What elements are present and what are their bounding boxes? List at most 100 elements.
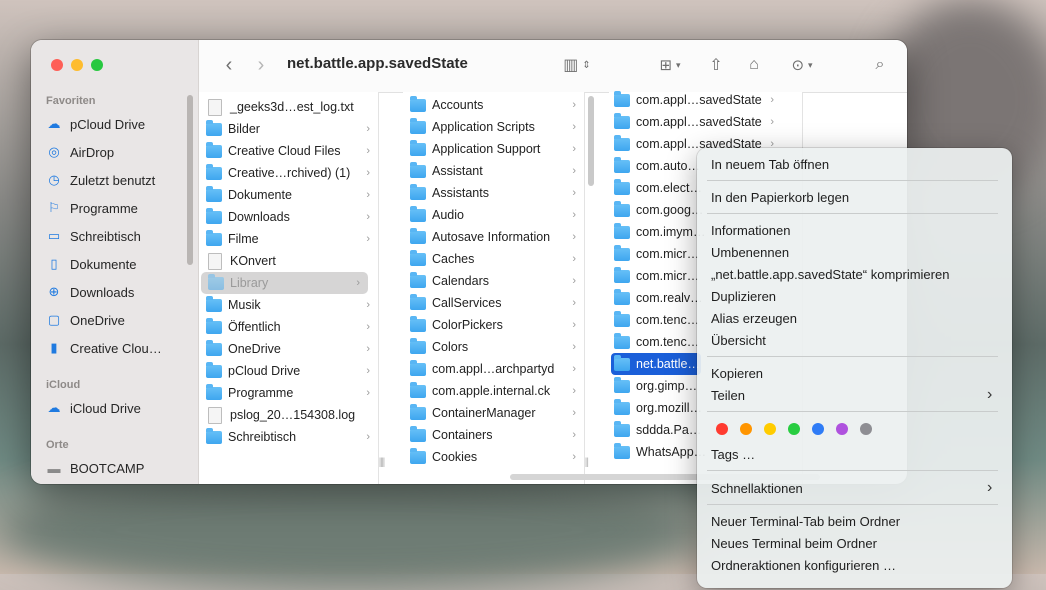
chevron-right-icon: › [366,321,370,333]
menu-item-tags[interactable]: Tags … [711,444,755,464]
list-item[interactable]: Creative Cloud Files › [199,140,378,162]
list-item[interactable]: com.apple.internal.ck › [403,380,584,402]
list-item[interactable]: Downloads › [199,206,378,228]
list-item-selected[interactable]: net.battle… [611,353,701,375]
menu-item-alias[interactable]: Alias erzeugen [711,308,797,328]
column-1[interactable]: _geeks3d…est_log.txt Bilder › Creative Cl… [199,92,383,484]
list-item[interactable]: Colors › [403,336,584,358]
tag-button[interactable]: ⌂ [743,54,765,76]
list-item[interactable]: Containers › [403,424,584,446]
menu-item-copy[interactable]: Kopieren [711,363,763,383]
tag-color-purple[interactable] [836,423,848,435]
more-button[interactable]: ⊙ ▾ [783,54,821,76]
minimize-button[interactable] [71,59,83,71]
list-item[interactable]: Application Support › [403,138,584,160]
folder-icon [206,427,222,444]
menu-item-open-new-tab[interactable]: In neuem Tab öffnen [711,154,829,174]
column-2[interactable]: Accounts › Application Scripts › Applicati… [381,92,594,484]
tag-color-gray[interactable] [860,423,872,435]
list-item[interactable]: Programme › [199,382,378,404]
chevron-right-icon: › [366,431,370,443]
list-item[interactable]: ColorPickers › [403,314,584,336]
sidebar-item-creative-cloud[interactable]: ▮ Creative Clou… [46,337,161,359]
tag-color-blue[interactable] [812,423,824,435]
menu-item-quick-actions[interactable]: Schnellaktionen [711,478,803,498]
list-item[interactable]: Musik › [199,294,378,316]
list-item[interactable]: Assistant › [403,160,584,182]
tag-color-yellow[interactable] [764,423,776,435]
list-item[interactable]: Dokumente › [199,184,378,206]
list-item[interactable]: Autosave Information › [403,226,584,248]
menu-item-share[interactable]: Teilen [711,385,745,405]
forward-button[interactable]: › [251,54,271,76]
menu-item-duplicate[interactable]: Duplizieren [711,286,776,306]
list-item[interactable]: com.appl…savedState › [609,111,802,133]
list-item-selected[interactable]: Library › [201,272,368,294]
zoom-button[interactable] [91,59,103,71]
sidebar-item-pcloud[interactable]: ☁ pCloud Drive [46,113,146,135]
sidebar-item-desktop[interactable]: ▭ Schreibtisch [46,225,141,247]
apps-icon: ⚐ [48,200,60,215]
chevron-right-icon: › [572,121,576,133]
airdrop-icon: ◎ [48,144,60,159]
folder-icon [410,227,426,244]
list-item[interactable]: Öffentlich › [199,316,378,338]
sidebar-item-programme[interactable]: ⚐ Programme [46,197,138,219]
share-button[interactable]: ⇧ [705,54,727,76]
view-mode-button[interactable]: ▥ ⇕ [557,54,597,76]
sidebar-item-onedrive[interactable]: ▢ OneDrive [46,309,125,331]
list-item[interactable]: Application Scripts › [403,116,584,138]
chevron-right-icon: › [987,479,993,496]
menu-separator [707,470,998,471]
menu-item-new-terminal[interactable]: Neues Terminal beim Ordner [711,533,877,553]
sidebar-item-icloud[interactable]: ☁ iCloud Drive [46,397,141,419]
list-item[interactable]: com.appl…archpartyd › [403,358,584,380]
list-item[interactable]: Audio › [403,204,584,226]
column-resize-handle[interactable]: || [381,457,385,468]
sidebar-item-bootcamp[interactable]: ▬ BOOTCAMP [46,457,145,479]
menu-item-new-terminal-tab[interactable]: Neuer Terminal-Tab beim Ordner [711,511,900,531]
search-button[interactable]: ⌕ [869,54,891,76]
list-item[interactable]: _geeks3d…est_log.txt [199,96,378,118]
chevron-right-icon: › [770,94,774,106]
sidebar-item-recents[interactable]: ◷ Zuletzt benutzt [46,169,155,191]
list-item[interactable]: Caches › [403,248,584,270]
tag-color-red[interactable] [716,423,728,435]
list-item[interactable]: Creative…rchived) (1) › [199,162,378,184]
list-item[interactable]: Assistants › [403,182,584,204]
folder-icon [614,376,630,393]
menu-item-rename[interactable]: Umbenennen [711,242,789,262]
list-item[interactable]: com.appl…savedState › [609,89,802,111]
list-item[interactable]: KOnvert [199,250,378,272]
document-icon [208,252,222,270]
list-item[interactable]: Schreibtisch › [199,426,378,448]
sidebar-item-documents[interactable]: ▯ Dokumente [46,253,136,275]
list-item[interactable]: Bilder › [199,118,378,140]
menu-item-compress[interactable]: „net.battle.app.savedState“ komprimieren [711,264,949,284]
folder-icon [410,95,426,112]
menu-item-overview[interactable]: Übersicht [711,330,766,350]
group-button[interactable]: ⊞ ▾ [651,54,689,76]
menu-item-folder-actions[interactable]: Ordneraktionen konfigurieren … [711,555,896,575]
close-button[interactable] [51,59,63,71]
column-scrollbar[interactable] [588,96,594,186]
sidebar-scrollbar[interactable] [187,95,193,265]
list-item[interactable]: Cookies › [403,446,584,468]
menu-item-info[interactable]: Informationen [711,220,791,240]
tag-color-green[interactable] [788,423,800,435]
list-item[interactable]: CallServices › [403,292,584,314]
list-item[interactable]: pCloud Drive › [199,360,378,382]
list-item[interactable]: Accounts › [403,94,584,116]
sidebar-item-airdrop[interactable]: ◎ AirDrop [46,141,114,163]
tag-color-orange[interactable] [740,423,752,435]
list-item[interactable]: Filme › [199,228,378,250]
list-item[interactable]: OneDrive › [199,338,378,360]
back-button[interactable]: ‹ [219,54,239,76]
sidebar-item-downloads[interactable]: ⊕ Downloads [46,281,135,303]
list-item[interactable]: pslog_20…154308.log [199,404,378,426]
list-item[interactable]: Calendars › [403,270,584,292]
menu-item-trash[interactable]: In den Papierkorb legen [711,187,849,207]
column-resize-handle[interactable]: || [585,457,589,468]
sidebar-section-title: Orte [46,439,69,451]
list-item[interactable]: ContainerManager › [403,402,584,424]
